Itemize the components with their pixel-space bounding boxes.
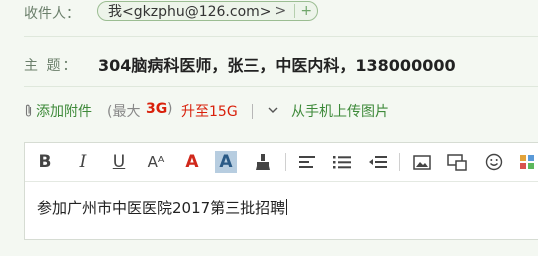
subject-input[interactable]: 304脑病科医师，张三，中医内科，138000000	[98, 52, 456, 76]
recipient-chip[interactable]: 我<gkzphu@126.com> > +	[97, 1, 319, 21]
bullet-list-icon[interactable]	[331, 151, 353, 173]
upload-from-phone-link[interactable]: 从手机上传图片	[291, 101, 389, 121]
add-attachment-link[interactable]: 添加附件	[36, 101, 92, 121]
chevron-down-icon[interactable]	[268, 101, 278, 118]
outdent-icon[interactable]	[367, 151, 389, 173]
rich-text-editor[interactable]: B I U Aᴬ A A 参加广州市中医医院2017第三批招聘	[24, 142, 538, 240]
screenshot-icon[interactable]	[445, 151, 469, 173]
recipient-divider	[24, 36, 538, 37]
font-color-button[interactable]: A	[181, 151, 203, 173]
subject-row: 主 题： 304脑病科医师，张三，中医内科，138000000	[0, 48, 538, 78]
subject-divider	[24, 86, 538, 87]
max-size-suffix: )	[167, 101, 173, 117]
toolbar-separator	[285, 153, 286, 171]
underline-button[interactable]: U	[109, 151, 129, 173]
max-size-prefix: (最大	[107, 104, 141, 120]
bold-button[interactable]: B	[35, 151, 55, 173]
format-brush-icon[interactable]	[253, 151, 273, 173]
toolbar-separator	[399, 153, 400, 171]
attachment-separator	[252, 104, 253, 119]
max-size-value: 3G	[146, 101, 168, 117]
add-recipient-icon[interactable]: +	[299, 3, 313, 19]
editor-toolbar: B I U Aᴬ A A	[25, 143, 538, 182]
text-caret	[286, 199, 288, 215]
attachment-row: 添加附件 (最大 3G ) 升至15G 从手机上传图片	[0, 98, 538, 124]
more-tools-icon[interactable]	[517, 151, 537, 173]
paperclip-icon[interactable]	[24, 101, 33, 122]
recipient-chip-text: 我<gkzphu@126.com>	[108, 4, 272, 20]
recipient-label: 收件人：	[24, 6, 80, 22]
italic-button[interactable]: I	[73, 151, 93, 173]
emoji-icon[interactable]	[483, 151, 505, 173]
font-size-button[interactable]: Aᴬ	[143, 151, 169, 173]
chip-divider	[294, 4, 296, 18]
recipient-row: 收件人： 我<gkzphu@126.com> > +	[0, 0, 538, 26]
editor-body-text: 参加广州市中医医院2017第三批招聘	[37, 199, 286, 217]
chip-arrow-icon[interactable]: >	[275, 3, 287, 19]
highlight-button[interactable]: A	[215, 151, 237, 173]
editor-body[interactable]: 参加广州市中医医院2017第三批招聘	[37, 197, 288, 218]
subject-label: 主 题：	[24, 58, 79, 74]
insert-image-icon[interactable]	[411, 151, 433, 173]
upgrade-link[interactable]: 升至15G	[181, 101, 238, 121]
align-left-icon[interactable]	[297, 151, 317, 173]
